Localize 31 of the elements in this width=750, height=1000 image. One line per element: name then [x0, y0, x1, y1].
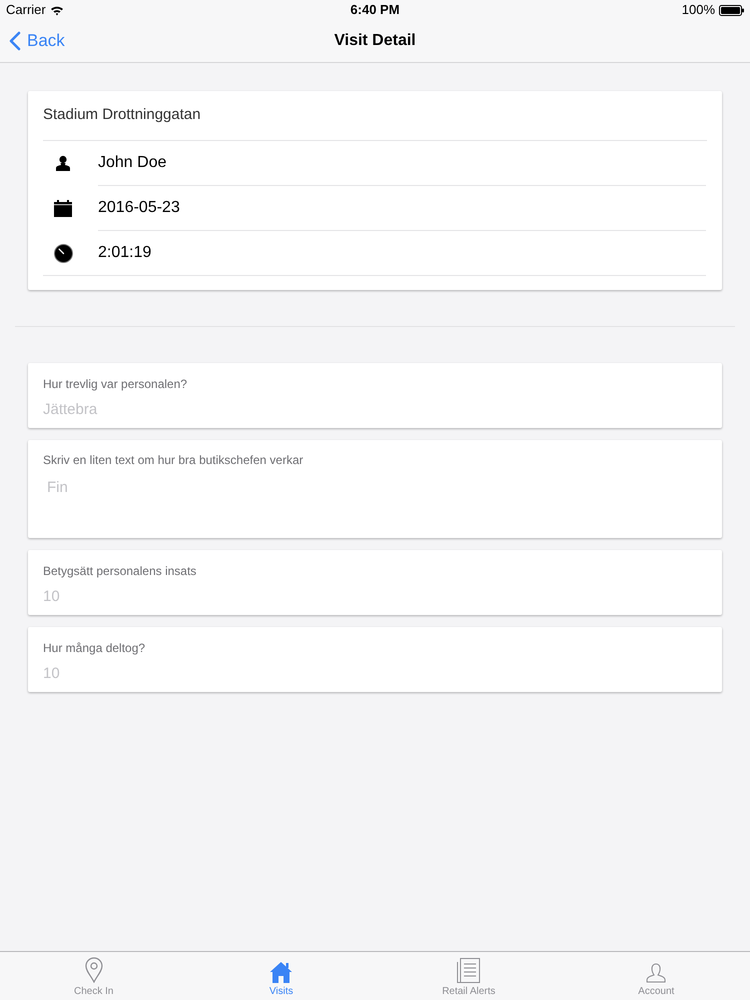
calendar-icon	[54, 200, 72, 216]
map-pin-icon	[84, 957, 103, 983]
document-list-icon	[457, 958, 480, 983]
question-label: Skriv en liten text om hur bra butikschefen verkar	[43, 452, 304, 468]
question-label: Hur många deltog?	[43, 640, 146, 656]
visit-detail-text: John Doe	[98, 153, 166, 173]
answer-field[interactable]: 10	[43, 662, 707, 686]
person-outline-icon	[646, 963, 666, 983]
store-name: Stadium Drottninggatan	[42, 105, 202, 126]
back-button[interactable]: Back	[0, 28, 69, 54]
stopwatch-icon	[54, 244, 72, 262]
house-icon	[269, 961, 294, 983]
battery-icon	[719, 4, 744, 16]
screen-title: Visit Detail	[334, 31, 416, 51]
tab-bar-item[interactable]: Visits	[188, 952, 375, 1000]
answer-field[interactable]: Fin	[43, 476, 707, 530]
question-label: Hur trevlig var personalen?	[43, 376, 188, 392]
answer-field[interactable]: Jättebra	[43, 398, 707, 422]
battery-percentage: 100%	[682, 1, 715, 20]
chevron-left-icon	[9, 31, 21, 51]
visit-detail-text: 2016-05-23	[98, 198, 180, 218]
status-time: 6:40 PM	[350, 1, 400, 20]
tab-bar-item[interactable]: Account	[562, 952, 750, 1000]
visit-detail-text: 2:01:19	[98, 243, 152, 263]
wifi-icon	[50, 4, 64, 16]
tab-bar-item[interactable]: Retail Alerts	[375, 952, 562, 1000]
carrier-label: Carrier	[6, 1, 46, 20]
answer-field[interactable]: 10	[43, 585, 707, 609]
person-icon	[55, 155, 71, 171]
tab-bar-item[interactable]: Check In	[0, 952, 188, 1000]
question-label: Betygsätt personalens insats	[43, 563, 198, 579]
